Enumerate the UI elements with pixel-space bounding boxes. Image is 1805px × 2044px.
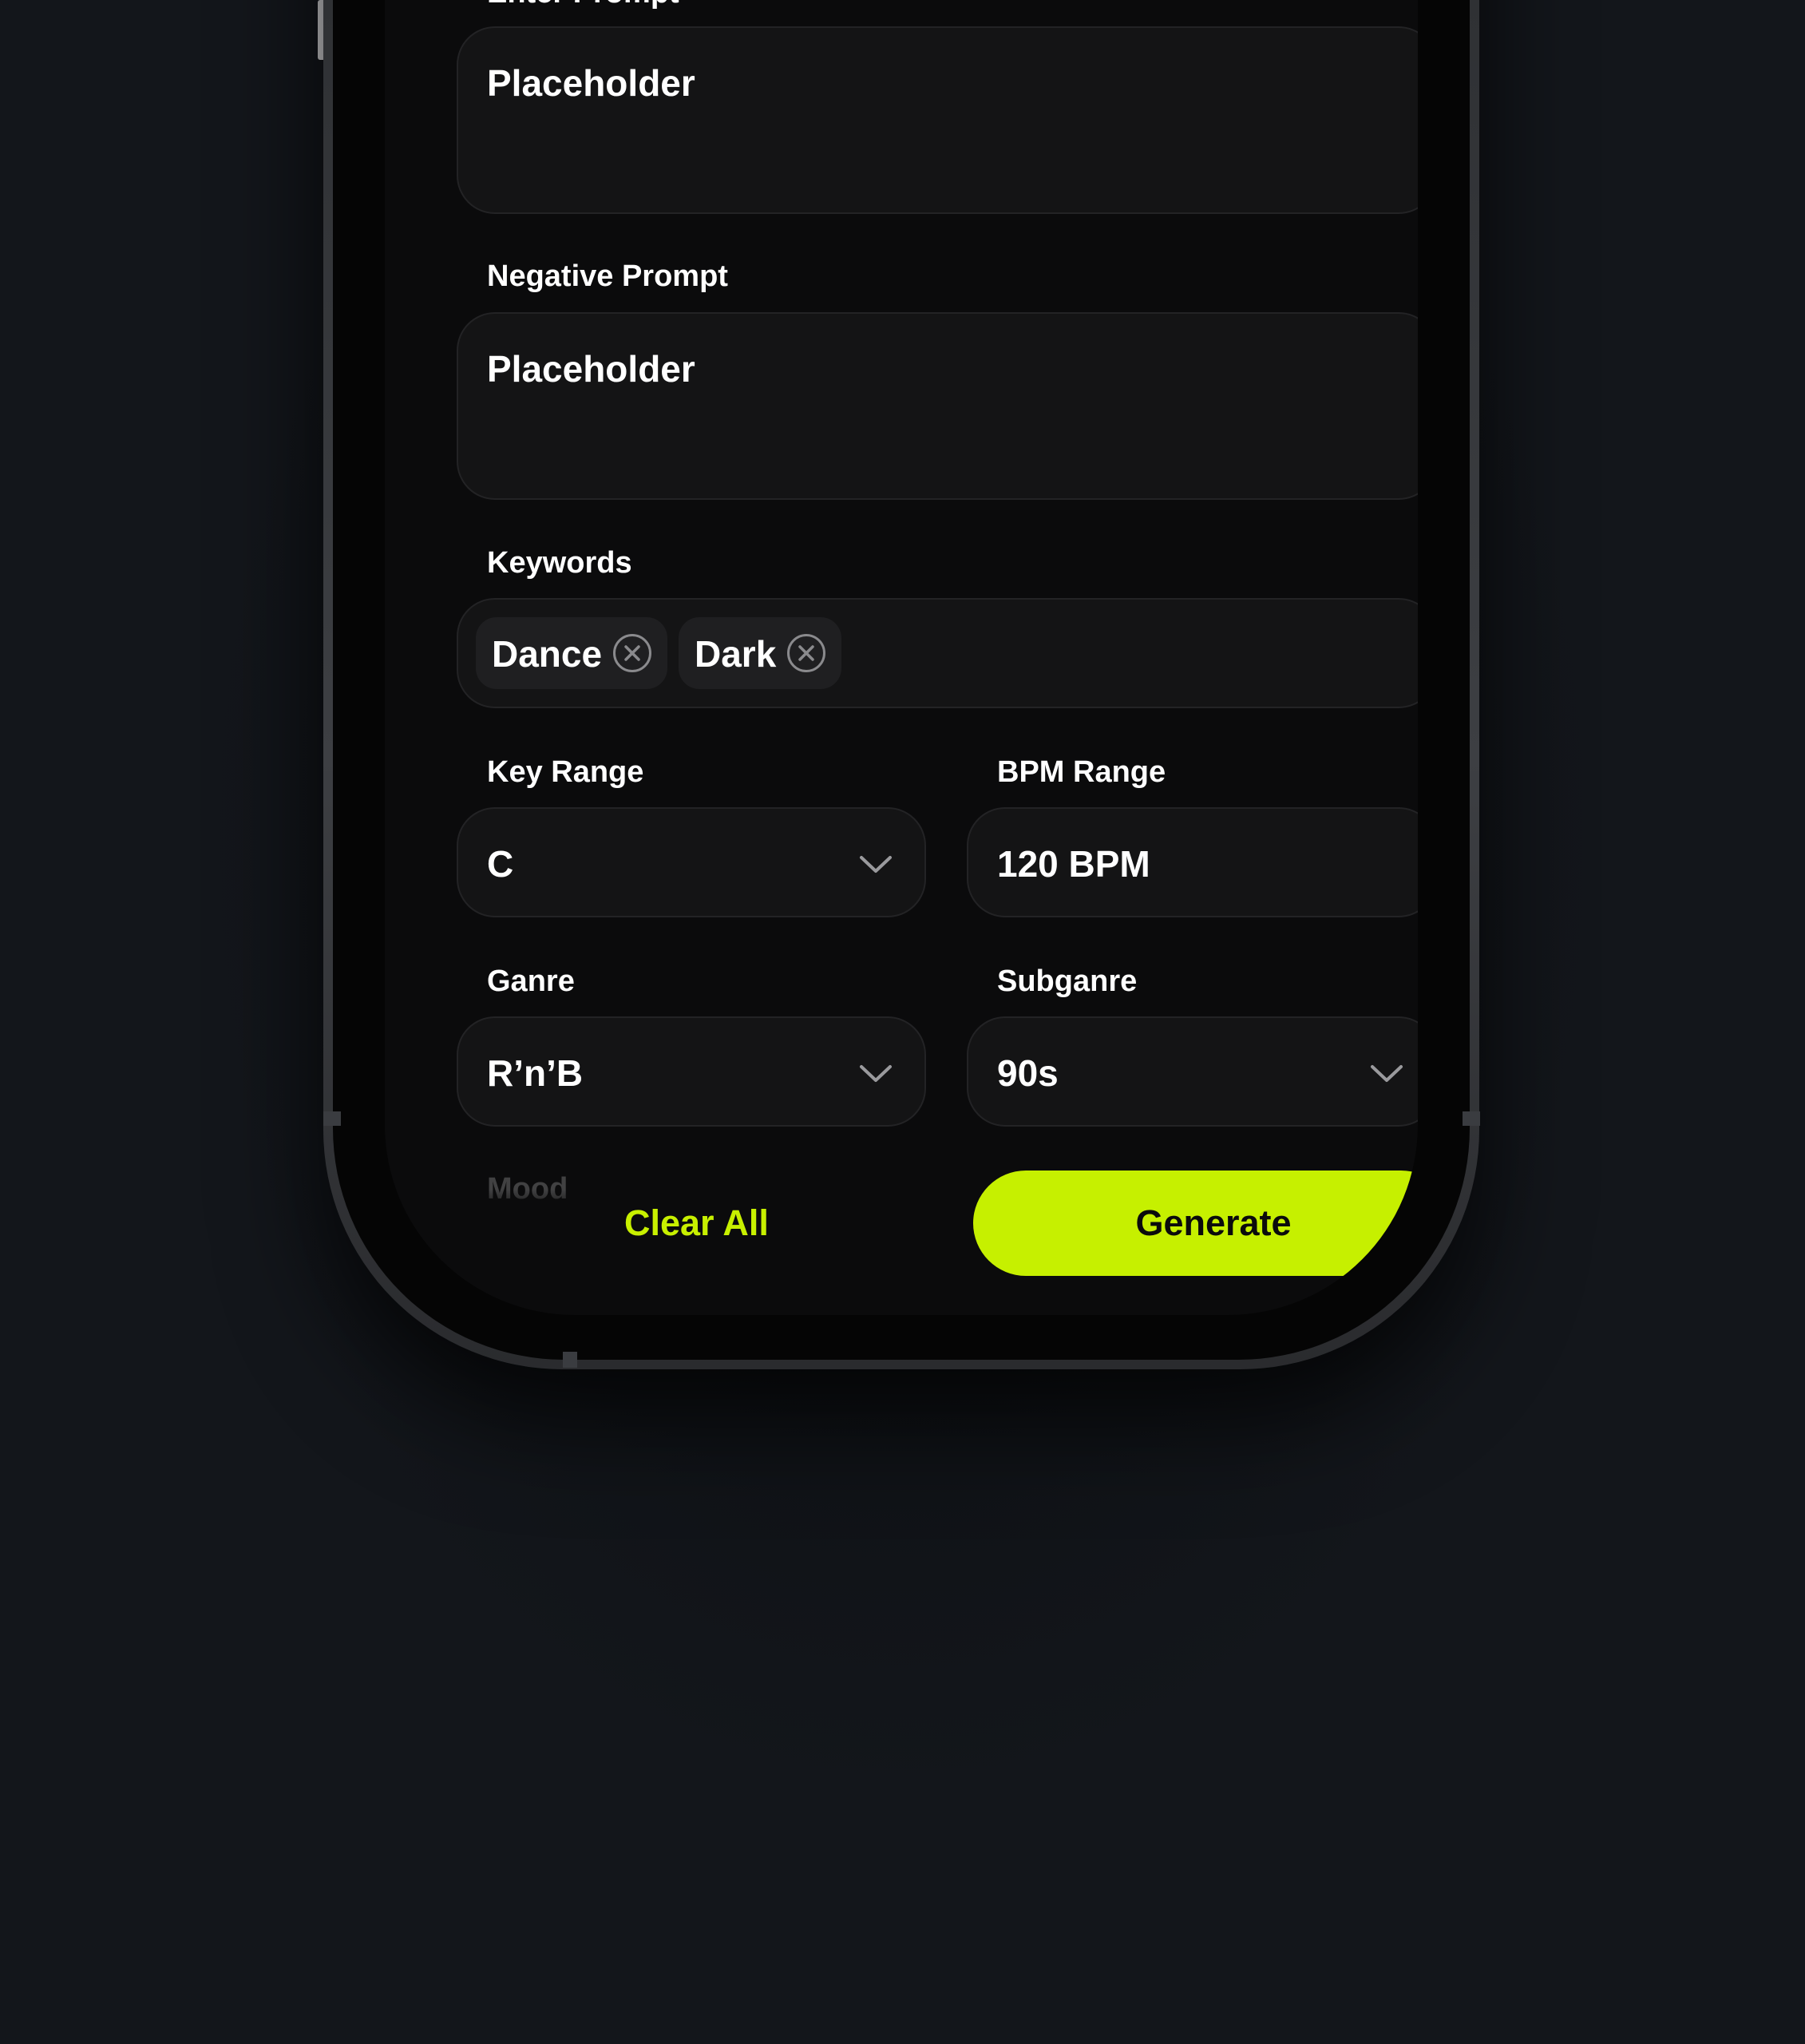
enter-prompt-text: Placeholder <box>487 62 695 104</box>
keywords-label: Keywords <box>487 546 632 580</box>
keywords-input[interactable]: Dance Dark <box>457 598 1418 708</box>
key-range-value: C <box>487 843 514 885</box>
app-screen: Enter Prompt Placeholder Negative Prompt… <box>385 0 1418 1315</box>
subgenre-value: 90s <box>997 1052 1059 1094</box>
subgenre-select[interactable]: 90s <box>967 1016 1418 1127</box>
generate-button[interactable]: Generate <box>973 1171 1418 1276</box>
enter-prompt-input[interactable]: Placeholder <box>457 26 1418 214</box>
close-circle-icon[interactable] <box>787 634 825 672</box>
phone-antenna-band <box>563 1352 577 1368</box>
keyword-chip-label: Dance <box>492 633 603 675</box>
bpm-range-label: BPM Range <box>997 755 1166 789</box>
genre-select[interactable]: R’n’B <box>457 1016 926 1127</box>
phone-frame: Enter Prompt Placeholder Negative Prompt… <box>323 0 1479 1369</box>
phone-antenna-band <box>1463 1111 1480 1126</box>
genre-value: R’n’B <box>487 1052 584 1094</box>
chevron-down-icon <box>1371 1065 1403 1082</box>
phone-antenna-band <box>323 1111 341 1126</box>
genre-label: Ganre <box>487 965 575 998</box>
negative-prompt-input[interactable]: Placeholder <box>457 312 1418 500</box>
keyword-chip-dance[interactable]: Dance <box>476 617 667 689</box>
close-circle-icon[interactable] <box>613 634 651 672</box>
keyword-chip-label: Dark <box>695 633 777 675</box>
bpm-range-value: 120 BPM <box>997 843 1150 885</box>
keyword-chip-dark[interactable]: Dark <box>679 617 841 689</box>
enter-prompt-label: Enter Prompt <box>487 0 679 10</box>
chevron-down-icon <box>860 856 892 873</box>
subgenre-label: Subganre <box>997 965 1138 998</box>
bpm-range-input[interactable]: 120 BPM <box>967 807 1418 917</box>
negative-prompt-text: Placeholder <box>487 348 695 390</box>
chevron-down-icon <box>860 1065 892 1082</box>
key-range-label: Key Range <box>487 755 644 789</box>
phone-bezel: Enter Prompt Placeholder Negative Prompt… <box>333 0 1470 1360</box>
clear-all-button[interactable]: Clear All <box>624 1202 769 1244</box>
key-range-select[interactable]: C <box>457 807 926 917</box>
negative-prompt-label: Negative Prompt <box>487 259 728 293</box>
